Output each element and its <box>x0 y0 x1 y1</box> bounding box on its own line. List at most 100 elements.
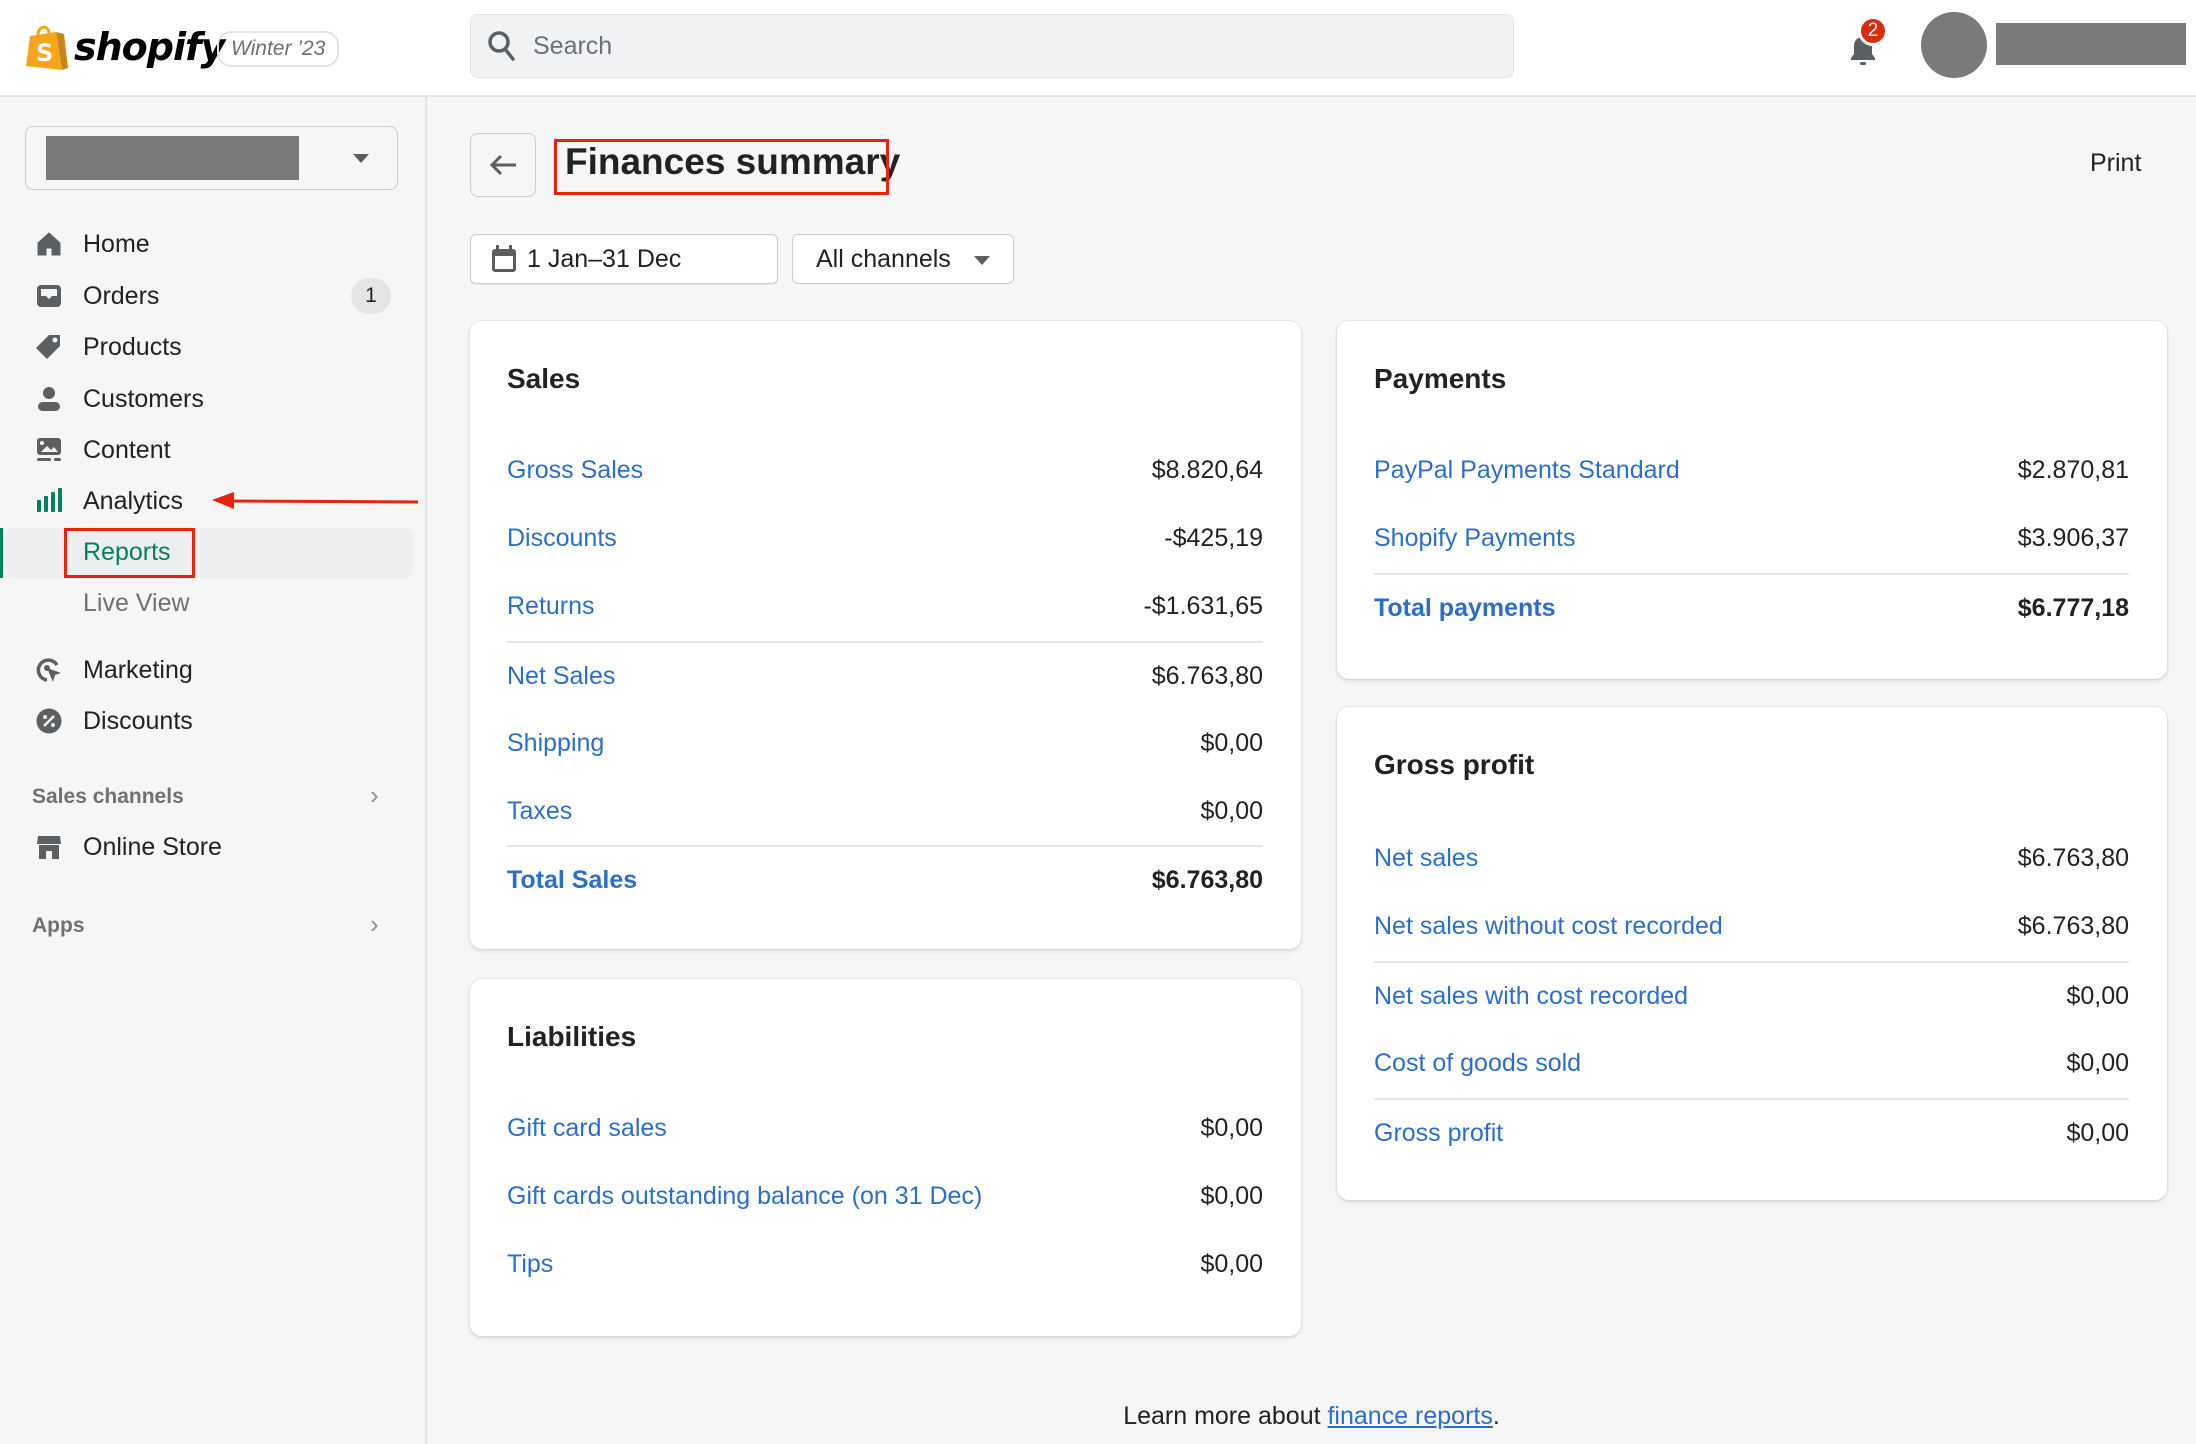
liabilities-row: Gift cards outstanding balance (on 31 De… <box>507 1162 1263 1230</box>
liabilities-row-link[interactable]: Gift card sales <box>507 1114 667 1143</box>
chevron-right-icon[interactable]: › <box>370 909 379 940</box>
sidebar-item-products[interactable]: Products <box>0 323 427 371</box>
orders-count-badge: 1 <box>351 278 391 314</box>
gross-profit-row-value: $0,00 <box>2066 1048 2129 1077</box>
sidebar-item-label: Content <box>83 435 171 464</box>
sidebar-item-label: Online Store <box>83 832 222 861</box>
sidebar-item-customers[interactable]: Customers <box>0 375 427 423</box>
notification-count-badge: 2 <box>1858 16 1888 46</box>
gross-profit-row-link[interactable]: Net sales <box>1374 844 1478 873</box>
footer-help-text: Learn more about finance reports. <box>0 1402 2196 1431</box>
sidebar-item-home[interactable]: Home <box>0 220 427 268</box>
channel-filter-dropdown[interactable]: All channels <box>792 234 1014 284</box>
gross-profit-row-link[interactable]: Net sales with cost recorded <box>1374 982 1688 1011</box>
shopify-bag-icon: S <box>26 25 68 70</box>
edition-badge[interactable]: Winter ’23 <box>217 31 340 67</box>
gross-profit-row: Gross profit $0,00 <box>1374 1098 2129 1166</box>
liabilities-row-link[interactable]: Gift cards outstanding balance (on 31 De… <box>507 1182 982 1211</box>
sidebar-item-orders[interactable]: Orders 1 <box>0 272 427 320</box>
payments-total-row: Total payments $6.777,18 <box>1374 573 2129 641</box>
gross-profit-row-value: $0,00 <box>2066 981 2129 1010</box>
gross-profit-row: Cost of goods sold $0,00 <box>1374 1029 2129 1097</box>
liabilities-row: Gift card sales $0,00 <box>507 1094 1263 1162</box>
payments-card: Payments PayPal Payments Standard $2.870… <box>1337 321 2167 679</box>
print-button[interactable]: Print <box>2090 149 2141 178</box>
marketing-icon <box>35 656 63 684</box>
active-indicator <box>0 528 3 578</box>
gross-profit-row: Net sales without cost recorded $6.763,8… <box>1374 892 2129 960</box>
arrow-left-icon <box>489 154 516 176</box>
sales-row-value: $8.820,64 <box>1151 455 1263 484</box>
sidebar-item-content[interactable]: Content <box>0 426 427 474</box>
sales-row-value: $0,00 <box>1200 728 1263 757</box>
back-button[interactable] <box>470 133 536 197</box>
sidebar-item-online-store[interactable]: Online Store <box>0 823 427 871</box>
gross-profit-row: Net sales with cost recorded $0,00 <box>1374 961 2129 1029</box>
annotation-arrow-icon <box>212 492 419 509</box>
date-range-picker[interactable]: 1 Jan–31 Dec <box>470 234 778 284</box>
brand-name: shopify <box>74 25 225 69</box>
caret-down-icon <box>974 256 990 265</box>
payments-row-link[interactable]: Total payments <box>1374 594 1556 623</box>
search-bar[interactable] <box>470 14 1514 78</box>
payments-row: PayPal Payments Standard $2.870,81 <box>1374 436 2129 504</box>
analytics-icon <box>35 487 63 515</box>
sales-row: Returns -$1.631,65 <box>507 572 1263 640</box>
sidebar-item-label: Orders <box>83 281 160 310</box>
finance-reports-link[interactable]: finance reports <box>1327 1402 1492 1430</box>
gross-profit-row: Net sales $6.763,80 <box>1374 824 2129 892</box>
sales-row-value: $6.763,80 <box>1151 661 1263 690</box>
gross-profit-row-link[interactable]: Net sales without cost recorded <box>1374 912 1723 941</box>
gross-profit-row-link[interactable]: Gross profit <box>1374 1119 1503 1148</box>
person-icon <box>35 385 63 413</box>
date-range-label: 1 Jan–31 Dec <box>527 244 682 273</box>
sales-row-value: -$425,19 <box>1164 523 1263 552</box>
sales-row-link[interactable]: Net Sales <box>507 662 615 691</box>
sales-row: Gross Sales $8.820,64 <box>507 436 1263 504</box>
sidebar: Home Orders 1 Products Customers Content… <box>0 97 427 1444</box>
user-name-redacted[interactable] <box>1996 23 2186 65</box>
apps-heading: Apps <box>32 914 85 937</box>
search-icon <box>488 31 515 61</box>
store-name-redacted <box>46 136 299 180</box>
payments-row-value: $3.906,37 <box>2017 523 2129 552</box>
sales-row-value: $6.763,80 <box>1151 865 1263 894</box>
orders-icon <box>35 282 63 310</box>
payments-row-value: $6.777,18 <box>2017 593 2129 622</box>
sales-row-link[interactable]: Discounts <box>507 524 617 553</box>
sidebar-subitem-live-view[interactable]: Live View <box>6 579 413 629</box>
content-icon <box>35 436 63 464</box>
sales-row: Discounts -$425,19 <box>507 504 1263 572</box>
liabilities-row: Tips $0,00 <box>507 1230 1263 1298</box>
sales-row: Shipping $0,00 <box>507 709 1263 777</box>
sidebar-item-label: Customers <box>83 384 204 413</box>
gross-profit-row-value: $6.763,80 <box>2017 911 2129 940</box>
caret-down-icon <box>353 154 369 163</box>
liabilities-row-value: $0,00 <box>1200 1113 1263 1142</box>
top-bar: S shopify Winter ’23 2 <box>0 0 2196 97</box>
gross-profit-row-link[interactable]: Cost of goods sold <box>1374 1049 1581 1078</box>
liabilities-row-link[interactable]: Tips <box>507 1250 553 1279</box>
chevron-right-icon[interactable]: › <box>370 780 379 811</box>
gross-profit-row-value: $6.763,80 <box>2017 843 2129 872</box>
sales-row-link[interactable]: Taxes <box>507 797 572 826</box>
annotation-highlight-reports <box>64 528 195 578</box>
payments-row-value: $2.870,81 <box>2017 455 2129 484</box>
shopify-logo[interactable]: S shopify <box>24 20 225 74</box>
user-avatar[interactable] <box>1921 12 1987 78</box>
sales-row-link[interactable]: Gross Sales <box>507 456 643 485</box>
annotation-highlight-title <box>554 139 889 195</box>
payments-row-link[interactable]: PayPal Payments Standard <box>1374 456 1680 485</box>
sidebar-item-discounts[interactable]: Discounts <box>0 697 427 745</box>
sales-row-link[interactable]: Returns <box>507 592 595 621</box>
sales-row-link[interactable]: Shipping <box>507 729 604 758</box>
store-selector[interactable] <box>25 126 398 190</box>
sidebar-item-label: Home <box>83 229 150 258</box>
card-title: Sales <box>507 363 581 394</box>
search-input[interactable] <box>533 31 1433 61</box>
payments-row-link[interactable]: Shopify Payments <box>1374 524 1576 553</box>
sidebar-item-marketing[interactable]: Marketing <box>0 646 427 694</box>
sales-row-value: $0,00 <box>1200 796 1263 825</box>
sales-row-link[interactable]: Total Sales <box>507 866 637 895</box>
svg-text:S: S <box>36 39 53 67</box>
